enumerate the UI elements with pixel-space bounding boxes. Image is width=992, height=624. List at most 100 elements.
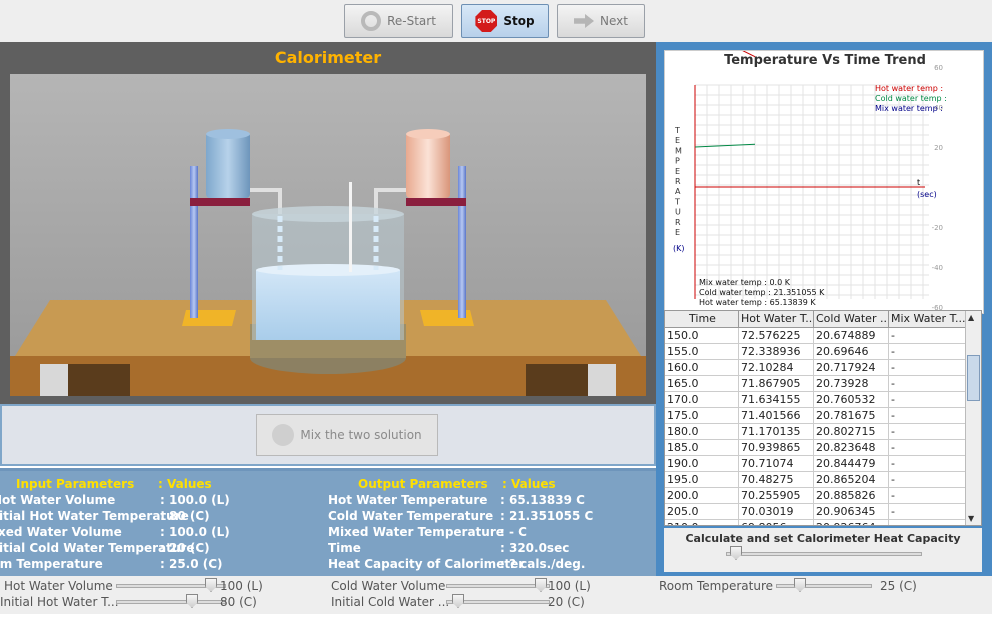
table-row[interactable]: 175.0 71.401566 20.781675- — [665, 408, 966, 424]
hot-volume-slider-knob[interactable] — [205, 578, 217, 592]
table-cell: - — [889, 360, 966, 375]
y-axis-label-letter: M — [675, 146, 682, 155]
table-cell: 71.634155 — [739, 392, 814, 407]
y-tick-label: -40 — [932, 264, 943, 272]
y-axis-label-letter: E — [675, 228, 680, 237]
table-cell: - — [889, 456, 966, 471]
output-param-value: : - C — [500, 525, 527, 539]
table-row[interactable]: 205.0 70.03019 20.906345- — [665, 504, 966, 520]
y-axis-label-letter: A — [675, 187, 681, 196]
stop-icon: STOP — [475, 10, 498, 32]
table-cell: 71.170135 — [739, 424, 814, 439]
heat-capacity-slider-track[interactable] — [726, 552, 922, 556]
input-param-value: : 100.0 (L) — [160, 493, 230, 507]
toolbar: Re-Start STOP Stop Next — [0, 0, 992, 42]
table-cell: 20.717924 — [814, 360, 889, 375]
right-panel: Temperature Vs Time Trend 60 40 20 -20 -40 -6… — [656, 42, 992, 576]
y-axis-label-letter: R — [675, 218, 681, 227]
parameters-panel: Input Parameters : Values Output Paramet… — [0, 468, 656, 576]
output-param-label: Cold Water Temperature — [328, 509, 494, 523]
y-axis-label-letter: E — [675, 167, 680, 176]
scroll-up-icon[interactable]: ▲ — [968, 313, 974, 322]
readings-table: Time Hot Water T... Cold Water ... Mix W… — [664, 310, 982, 526]
y-axis-label-letter: P — [675, 157, 680, 166]
output-param-label: Hot Water Temperature — [328, 493, 488, 507]
temperature-readout: Cold water temp : 21.351055 K — [699, 288, 825, 297]
table-cell: 71.401566 — [739, 408, 814, 423]
legend-entry: Mix water temp : — [875, 104, 943, 113]
scroll-down-icon[interactable]: ▼ — [968, 514, 974, 523]
table-row[interactable]: 210.069.805620.926764- — [665, 520, 966, 525]
slider-value: 80 (C) — [220, 595, 257, 609]
table-cell: - — [889, 488, 966, 503]
temperature-readout: Mix water temp : 0.0 K — [699, 278, 791, 287]
column-header-hot[interactable]: Hot Water T... — [739, 311, 814, 328]
output-parameters-header: Output Parameters — [358, 477, 488, 491]
table-cell: - — [889, 472, 966, 487]
table-header: Time Hot Water T... Cold Water ... Mix W… — [665, 311, 966, 328]
input-param-value: : 80 (C) — [160, 509, 210, 523]
mix-solutions-button[interactable]: Mix the two solution — [256, 414, 438, 456]
slider-label: Hot Water Volume — [4, 579, 113, 593]
table-cell: - — [889, 440, 966, 455]
input-param-value: : 25.0 (C) — [160, 557, 223, 571]
table-row[interactable]: 165.0 71.867905 20.73928- — [665, 376, 966, 392]
input-param-label: Mixed Water Volume — [0, 525, 122, 539]
calorimeter-scene — [10, 74, 646, 396]
restart-button[interactable]: Re-Start — [344, 4, 453, 38]
table-row[interactable]: 185.0 70.939865 20.823648- — [665, 440, 966, 456]
column-header-mix[interactable]: Mix Water T... — [889, 311, 966, 328]
x-axis-unit: (sec) — [917, 190, 937, 199]
hot-temp-slider-track[interactable] — [116, 600, 226, 604]
cold-volume-slider-knob[interactable] — [535, 578, 547, 592]
slider-value: 20 (C) — [548, 595, 585, 609]
cold-volume-slider-track[interactable] — [446, 584, 550, 588]
slider-label: Initial Hot Water T... — [0, 595, 119, 609]
table-cell: 180.0 — [665, 424, 739, 439]
table-cell: 175.0 — [665, 408, 739, 423]
y-axis-label-letter: T — [674, 197, 680, 206]
table-cell: - — [889, 328, 966, 343]
room-temp-slider-track[interactable] — [776, 584, 872, 588]
y-axis-label-letter: E — [675, 136, 680, 145]
table-cell: 195.0 — [665, 472, 739, 487]
column-header-time[interactable]: Time — [665, 311, 739, 328]
table-row[interactable]: 200.0 70.255905 20.885826- — [665, 488, 966, 504]
table-cell: - — [889, 520, 966, 525]
next-button[interactable]: Next — [557, 4, 645, 38]
table-row[interactable]: 170.0 71.634155 20.760532- — [665, 392, 966, 408]
heat-capacity-slider-knob[interactable] — [730, 546, 742, 560]
column-header-cold[interactable]: Cold Water ... — [814, 311, 889, 328]
temperature-readout: Hot water temp : 65.13839 K — [699, 298, 816, 307]
table-row[interactable]: 180.0 71.170135 20.802715- — [665, 424, 966, 440]
output-param-label: Mixed Water Temperature — [328, 525, 504, 539]
table-cell: 71.867905 — [739, 376, 814, 391]
table-row[interactable]: 160.0 72.10284 20.717924- — [665, 360, 966, 376]
slider-label: Cold Water Volume — [331, 579, 446, 593]
table-row[interactable]: 195.0 70.48275 20.865204- — [665, 472, 966, 488]
y-axis-label-letter: T — [674, 126, 680, 135]
table-cell: 190.0 — [665, 456, 739, 471]
temperature-graph: Temperature Vs Time Trend 60 40 20 -20 -40 -6… — [664, 50, 984, 314]
table-row[interactable]: 150.0 72.576225 20.674889- — [665, 328, 966, 344]
table-row[interactable]: 155.0 72.338936 20.69646- — [665, 344, 966, 360]
slider-bar: Hot Water Volume 100 (L) Initial Hot Wat… — [0, 576, 992, 614]
table-cell: 185.0 — [665, 440, 739, 455]
slider-label: Room Temperature — [659, 579, 773, 593]
cold-temp-slider-knob[interactable] — [452, 594, 464, 608]
table-row[interactable]: 190.0 70.71074 20.844479- — [665, 456, 966, 472]
slider-value: 25 (C) — [880, 579, 917, 593]
table-scrollbar[interactable]: ▲ ▼ — [965, 311, 981, 525]
legend-entry: Cold water temp : — [875, 94, 947, 103]
slider-value: 100 (L) — [220, 579, 263, 593]
y-tick-label: 60 — [934, 64, 943, 72]
table-cell: 20.760532 — [814, 392, 889, 407]
mix-area: Mix the two solution — [0, 404, 656, 466]
room-temp-slider-knob[interactable] — [794, 578, 806, 592]
table-cell: - — [889, 424, 966, 439]
mix-solutions-label: Mix the two solution — [300, 428, 422, 442]
hot-temp-slider-knob[interactable] — [186, 594, 198, 608]
stir-icon — [272, 424, 295, 446]
scroll-thumb[interactable] — [967, 355, 980, 401]
stop-button[interactable]: STOP Stop — [461, 4, 549, 38]
